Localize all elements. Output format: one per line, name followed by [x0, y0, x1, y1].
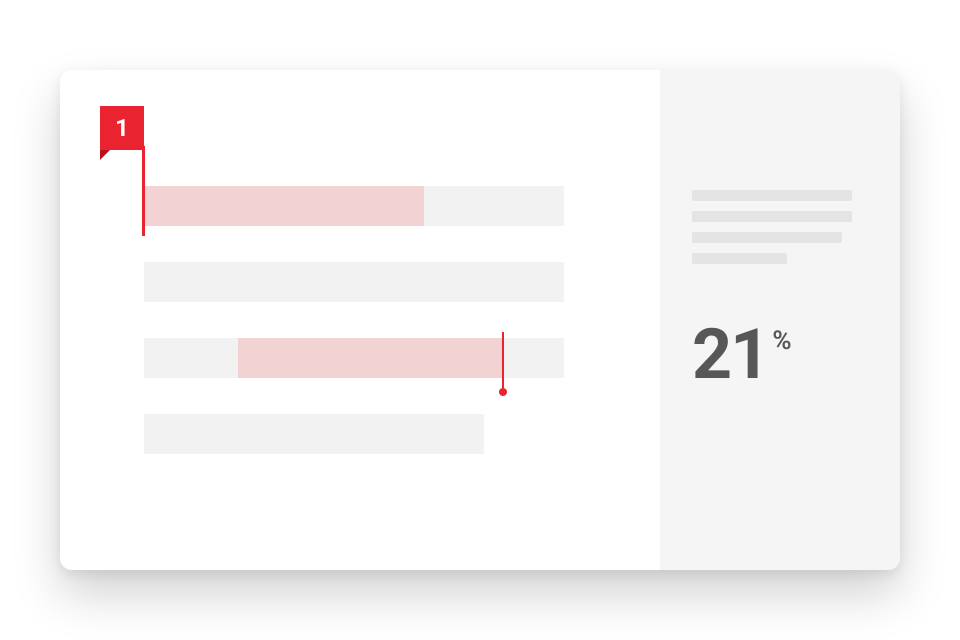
percent-value: 21 — [692, 320, 768, 390]
text-row — [144, 262, 620, 302]
placeholder-line — [692, 190, 852, 201]
badge-label: 1 — [115, 114, 129, 142]
text-highlight — [238, 338, 504, 378]
percent-symbol: % — [772, 326, 791, 356]
text-placeholder — [144, 262, 564, 302]
placeholder-line — [692, 253, 787, 264]
placeholder-line — [692, 232, 842, 243]
content-rows — [144, 186, 620, 454]
text-row — [144, 338, 620, 378]
highlight-marker — [142, 146, 145, 236]
cursor-dot-icon — [499, 388, 507, 396]
match-number-badge: 1 — [100, 106, 144, 150]
text-row — [144, 414, 620, 454]
text-row — [144, 186, 620, 226]
similarity-percentage: 21 % — [692, 320, 868, 390]
document-card: 1 — [60, 70, 900, 570]
text-highlight — [144, 186, 424, 226]
sidebar-text-placeholder — [692, 190, 868, 264]
text-placeholder — [144, 414, 484, 454]
main-pane: 1 — [60, 70, 660, 570]
placeholder-line — [692, 211, 852, 222]
cursor-indicator — [502, 332, 504, 388]
sidebar-pane: 21 % — [660, 70, 900, 570]
